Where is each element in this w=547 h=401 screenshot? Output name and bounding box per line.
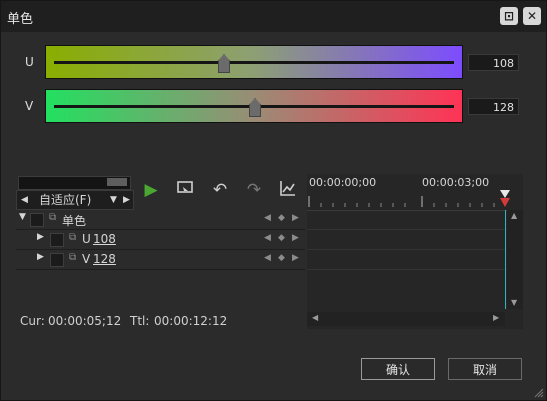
expand-down-icon[interactable]: ▼ (19, 212, 26, 222)
chevron-left-icon[interactable]: ◀ (21, 191, 28, 209)
close-icon[interactable]: ✕ (523, 7, 541, 25)
timeline-tracks[interactable] (307, 210, 506, 309)
ok-button[interactable]: 确认 (361, 358, 435, 380)
tree-label: 单色 (62, 214, 87, 228)
prev-keyframe-icon[interactable]: ◀ (264, 233, 271, 243)
scroll-up-icon[interactable]: ▲ (511, 211, 517, 220)
checkbox[interactable] (30, 213, 44, 227)
prev-keyframe-icon[interactable]: ◀ (264, 213, 271, 223)
effect-icon: ⧉ (69, 252, 77, 263)
tree-value[interactable]: 128 (93, 252, 116, 266)
horizontal-scrollbar[interactable]: ◀ ▶ (307, 312, 505, 326)
redo-icon[interactable]: ↷ (243, 179, 265, 201)
graph-icon[interactable] (277, 179, 299, 201)
checkbox[interactable] (50, 253, 64, 267)
undo-icon[interactable]: ↶ (209, 179, 231, 201)
ttl-value: 00:00:12:12 (154, 314, 228, 328)
chevron-down-icon[interactable]: ▼ (110, 191, 117, 209)
tree-row[interactable]: ▼ ⧉ 单色 ◀ ◆ ▶ (16, 210, 305, 230)
channel-u-label: U (25, 55, 34, 69)
cur-value: 00:00:05;12 (48, 314, 122, 328)
parameter-tree: ▼ ⧉ 单色 ◀ ◆ ▶ ▶ ⧉ U 108 ◀ ◆ ▶ ▶ ⧉ V 128 ◀… (16, 210, 305, 270)
ttl-label: Ttl: (130, 314, 150, 328)
tree-value[interactable]: 108 (93, 232, 116, 246)
playhead-line[interactable] (505, 210, 506, 309)
circle-square-icon[interactable]: ⊡ (500, 7, 518, 25)
keyframe-icon[interactable]: ◆ (278, 213, 285, 223)
expand-right-icon[interactable]: ▶ (37, 252, 44, 262)
effect-icon: ⧉ (49, 212, 57, 223)
title-bar: 单色 ⊡ ✕ (1, 1, 546, 32)
scroll-down-icon[interactable]: ▼ (511, 298, 517, 307)
tree-row[interactable]: ▶ ⧉ V 128 ◀ ◆ ▶ (16, 250, 305, 270)
cancel-button[interactable]: 取消 (448, 358, 522, 380)
scroll-left-icon[interactable]: ◀ (312, 313, 318, 322)
zoom-select-value: 自适应(F) (39, 193, 92, 207)
tree-label: U (82, 232, 91, 246)
timeline-panel[interactable]: 00:00:00;00 00:00:03;00 ▲ ▼ ◀ ▶ (307, 174, 523, 329)
channel-u-value[interactable]: 108 (468, 54, 519, 71)
vertical-scrollbar[interactable]: ▲ ▼ (507, 210, 523, 309)
scroll-right-icon[interactable]: ▶ (493, 313, 499, 322)
keyframe-icon[interactable]: ◆ (278, 233, 285, 243)
tree-row[interactable]: ▶ ⧉ U 108 ◀ ◆ ▶ (16, 230, 305, 250)
resize-grip-icon[interactable] (534, 388, 544, 398)
channel-v-slider[interactable] (45, 89, 463, 123)
slider-track (54, 61, 454, 64)
zoom-slider[interactable] (18, 176, 131, 190)
expand-right-icon[interactable]: ▶ (37, 232, 44, 242)
channel-v-label: V (25, 99, 34, 113)
slider-thumb-u[interactable] (218, 54, 230, 73)
time-ruler[interactable]: 00:00:00;00 00:00:03;00 (307, 174, 523, 211)
loop-play-icon[interactable] (174, 179, 196, 201)
tree-label: V (82, 252, 91, 266)
keyframe-icon[interactable]: ◆ (278, 253, 285, 263)
zoom-slider-thumb[interactable] (107, 178, 127, 186)
channel-u-slider[interactable] (45, 45, 463, 79)
play-icon[interactable]: ▶ (140, 179, 162, 201)
window-title: 单色 (7, 12, 34, 27)
checkbox[interactable] (50, 233, 64, 247)
prev-keyframe-icon[interactable]: ◀ (264, 253, 271, 263)
effect-icon: ⧉ (69, 232, 77, 243)
next-keyframe-icon[interactable]: ▶ (292, 213, 299, 223)
dialog-window: 单色 ⊡ ✕ U 108 V 128 ◀ 自适应(F) ▼ ▶ ▶ ↶ ↷ ▼ … (0, 0, 547, 401)
cur-label: Cur: (20, 314, 45, 328)
next-keyframe-icon[interactable]: ▶ (292, 233, 299, 243)
zoom-select[interactable]: ◀ 自适应(F) ▼ ▶ (16, 190, 134, 210)
next-keyframe-icon[interactable]: ▶ (292, 253, 299, 263)
slider-thumb-v[interactable] (249, 98, 261, 117)
channel-v-value[interactable]: 128 (468, 98, 519, 115)
chevron-right-icon[interactable]: ▶ (123, 191, 130, 209)
